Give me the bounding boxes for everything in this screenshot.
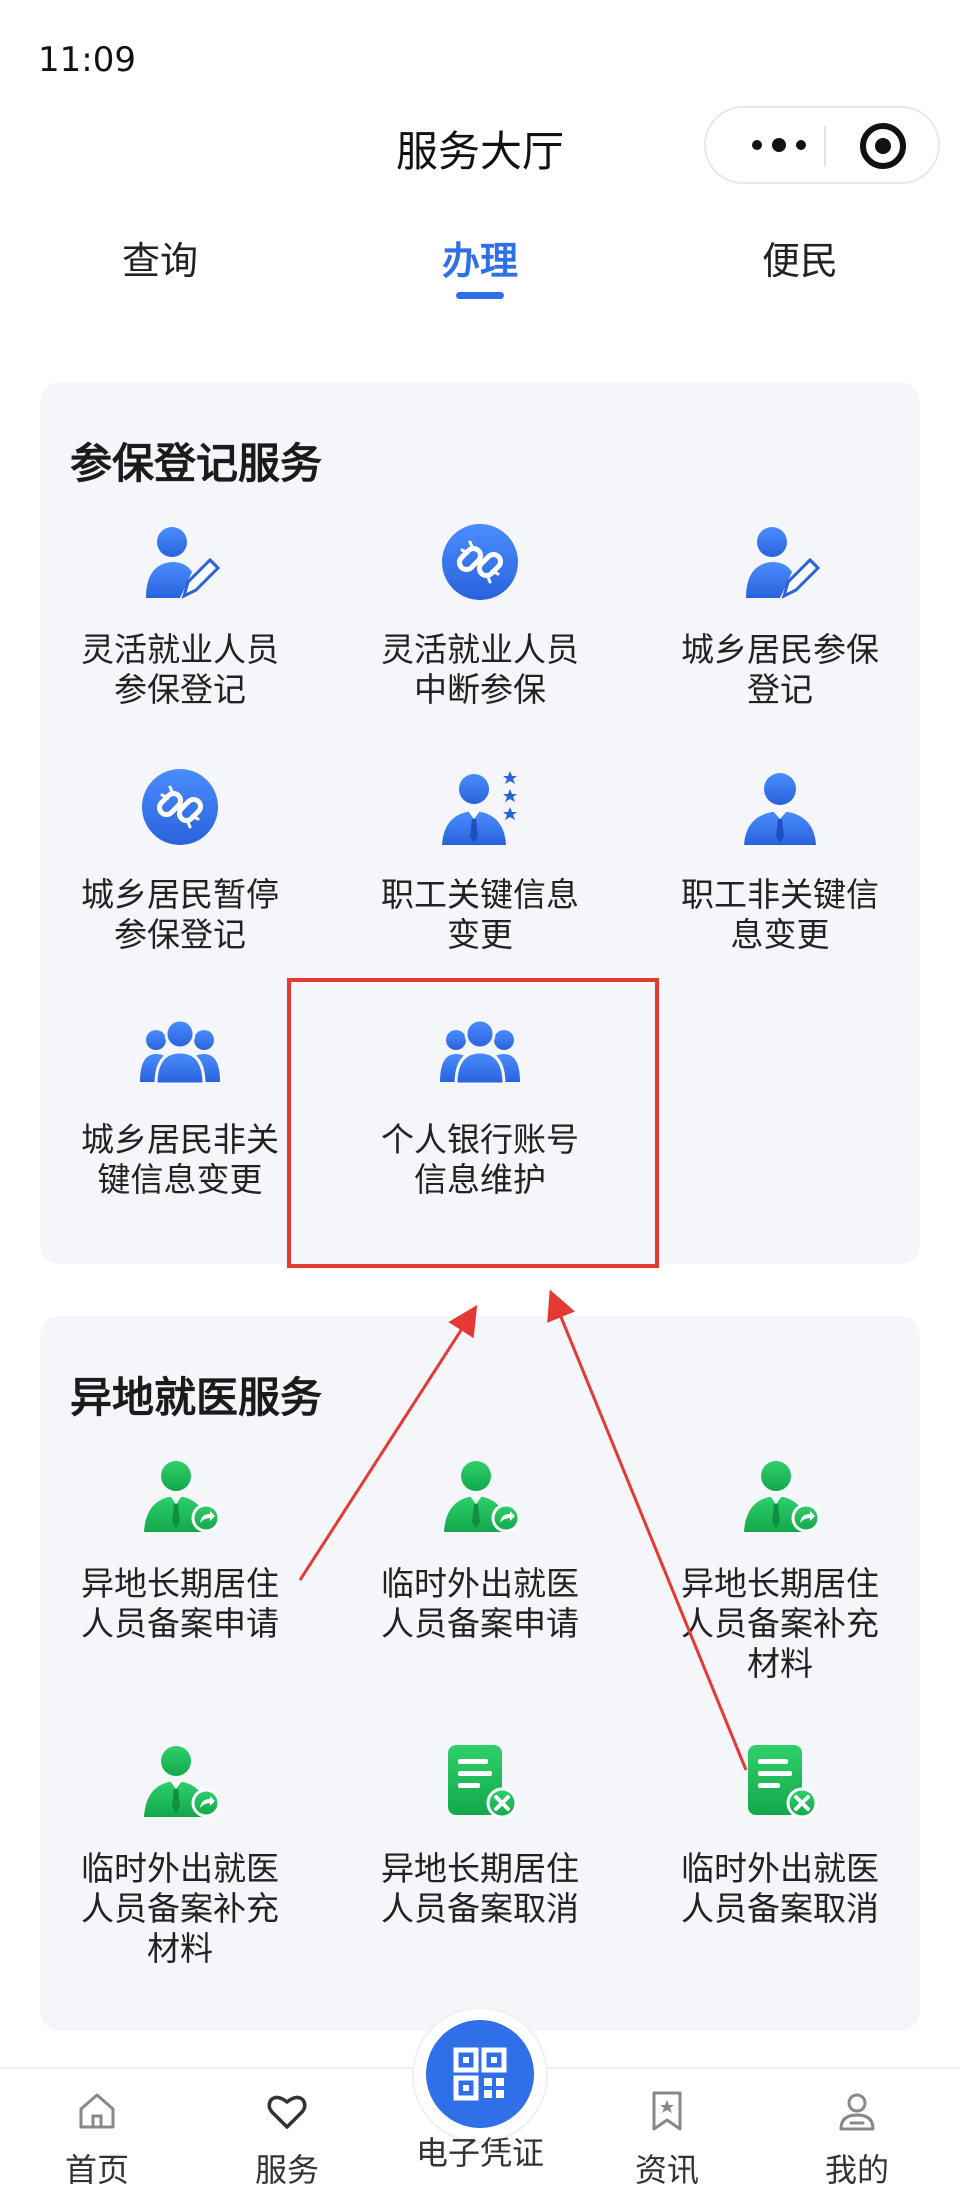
tab-handle[interactable]: 办理 <box>380 230 580 285</box>
service-label: 职工关键信息 变更 <box>381 875 579 954</box>
tab-bar-top: 查询 办理 便民 <box>0 220 960 310</box>
person-share-icon <box>440 1456 520 1536</box>
service-label: 临时外出就医 人员备案取消 <box>681 1849 879 1928</box>
section-title: 参保登记服务 <box>70 439 323 488</box>
document-cancel-icon <box>440 1741 520 1821</box>
tabbar-label: 首页 <box>64 2151 129 2187</box>
tabbar-label: 电子凭证 <box>415 2134 544 2172</box>
tab-convenience[interactable]: 便民 <box>700 230 900 285</box>
status-bar: 11:09 <box>0 0 960 110</box>
mini-program-capsule <box>704 106 940 184</box>
service-label: 临时外出就医 人员备案申请 <box>381 1564 579 1643</box>
group-icon <box>140 1012 220 1092</box>
service-label: 灵活就业人员 参保登记 <box>81 630 279 709</box>
tabbar-home[interactable]: 首页 <box>22 2089 172 2187</box>
highlight-box <box>287 978 659 1268</box>
broken-link-icon <box>140 767 220 847</box>
more-options-icon[interactable] <box>736 108 822 182</box>
tabbar-news[interactable]: 资讯 <box>592 2089 742 2187</box>
broken-link-icon <box>440 522 520 602</box>
section-remote-medical: 异地就医服务 异地长期居住 人员备案申请 临时外出就医 人员备案申请 异地长期居住人… <box>40 1316 920 2031</box>
tab-query[interactable]: 查询 <box>60 230 260 285</box>
document-cancel-icon <box>740 1741 820 1821</box>
tabbar-e-certificate[interactable] <box>426 2020 534 2128</box>
heart-icon <box>267 2095 307 2129</box>
active-tab-indicator <box>456 292 504 299</box>
person-share-icon <box>140 1456 220 1536</box>
tabbar-label: 服务 <box>254 2151 319 2187</box>
person-share-icon <box>740 1456 820 1536</box>
bookmark-star-icon <box>652 2091 682 2131</box>
service-label: 城乡居民非关 键信息变更 <box>81 1120 279 1199</box>
service-label: 职工非关键信 息变更 <box>681 875 879 954</box>
service-label: 临时外出就医 人员备案补充 材料 <box>81 1849 279 1968</box>
tabbar-service[interactable]: 服务 <box>212 2089 362 2187</box>
user-icon <box>839 2093 875 2131</box>
capsule-divider <box>824 126 826 166</box>
tabbar-label: 资讯 <box>634 2151 699 2187</box>
tabbar-label: 我的 <box>824 2151 889 2187</box>
person-share-icon <box>140 1741 220 1821</box>
person-edit-icon <box>740 522 820 602</box>
service-label: 城乡居民参保 登记 <box>681 630 879 709</box>
service-label: 异地长期居住 人员备案申请 <box>81 1564 279 1643</box>
status-time: 11:09 <box>38 40 136 80</box>
person-stars-icon <box>440 767 520 847</box>
section-title: 异地就医服务 <box>70 1373 323 1422</box>
service-label: 城乡居民暂停 参保登记 <box>81 875 279 954</box>
person-tie-icon <box>740 767 820 847</box>
qr-code-icon <box>453 2047 507 2101</box>
tabbar-mine[interactable]: 我的 <box>782 2089 932 2187</box>
service-label: 异地长期居住 人员备案取消 <box>381 1849 579 1928</box>
close-mini-program-icon[interactable] <box>860 123 906 169</box>
service-label: 异地长期居住 人员备案补充 材料 <box>681 1564 879 1683</box>
person-edit-icon <box>140 522 220 602</box>
home-icon <box>79 2093 115 2129</box>
service-label: 灵活就业人员 中断参保 <box>381 630 579 709</box>
